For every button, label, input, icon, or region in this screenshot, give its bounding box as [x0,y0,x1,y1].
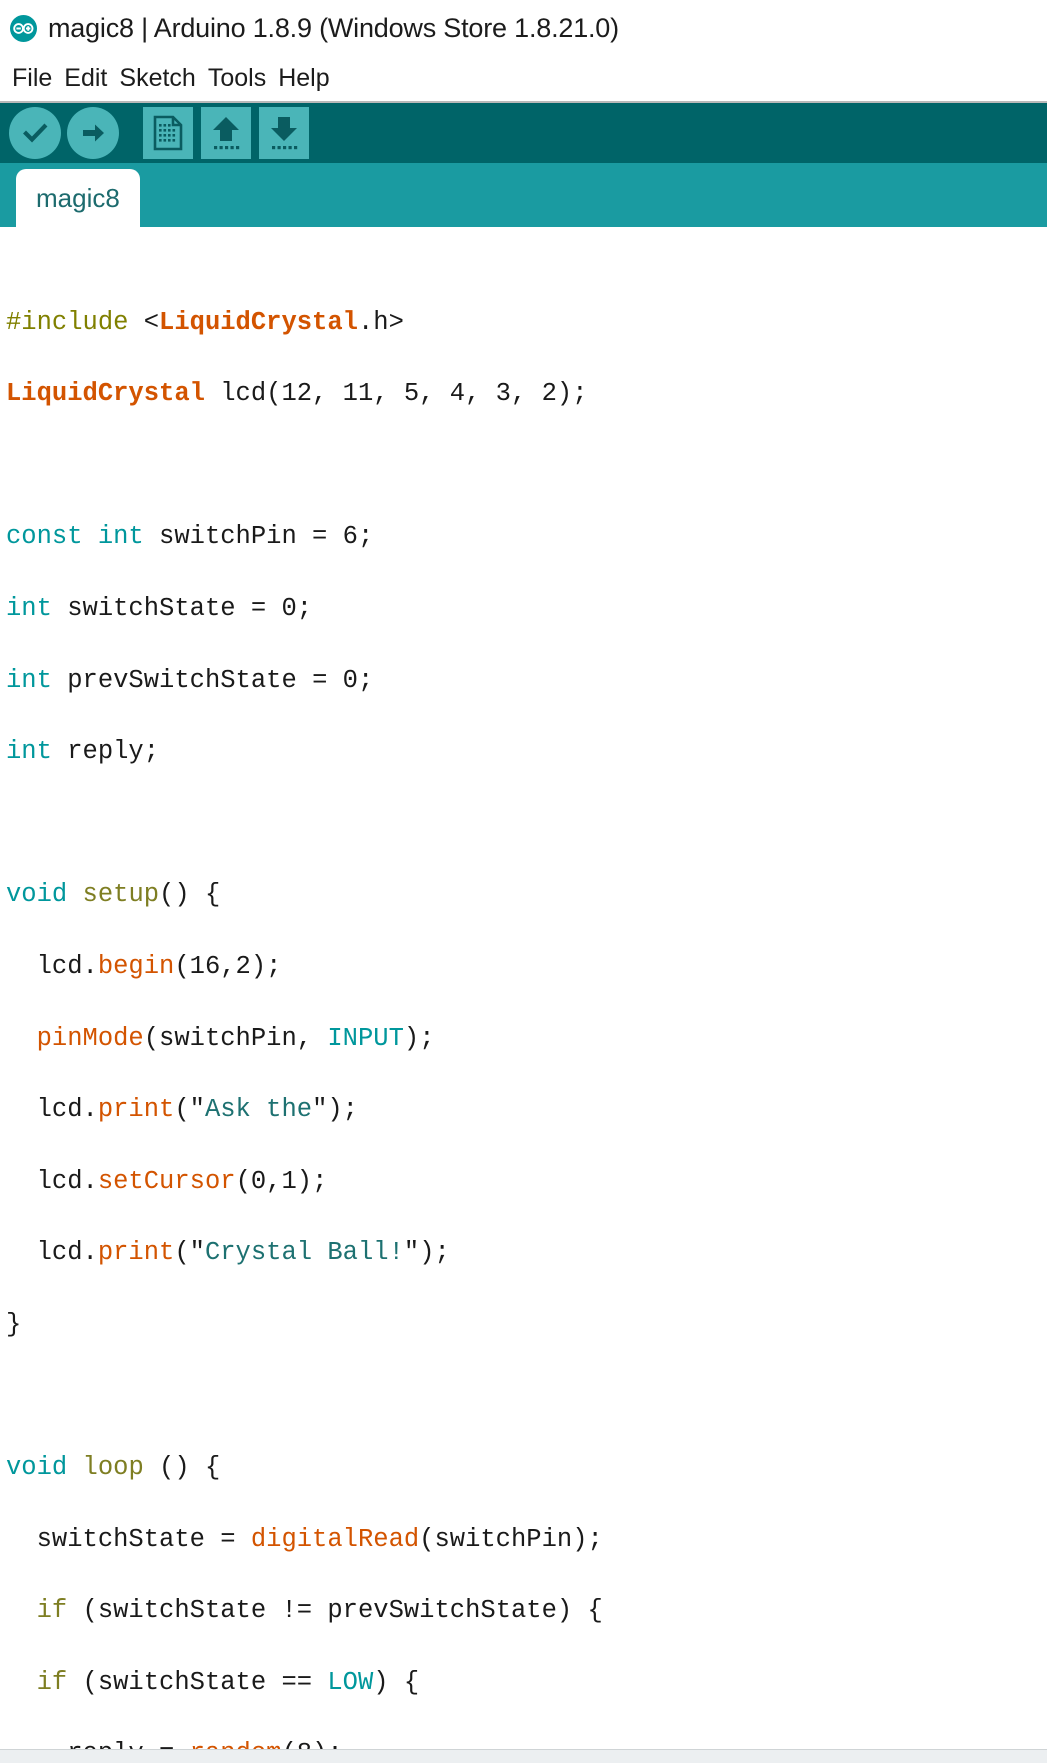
code-line: void loop () { [6,1453,221,1483]
code-line: int reply; [6,737,160,767]
tab-strip: magic8 [0,163,1047,227]
menu-item-file[interactable]: File [6,64,58,93]
arduino-infinity-icon [10,14,37,42]
code-line: } [6,1309,22,1339]
menu-item-edit[interactable]: Edit [58,64,113,93]
code-line: int prevSwitchState = 0; [6,665,374,695]
code-line: pinMode(switchPin, INPUT); [36,1023,435,1053]
code-line: LiquidCrystal lcd(12, 11, 5, 4, 3, 2); [6,379,588,409]
toolbar [0,101,1047,163]
open-button[interactable] [201,107,251,159]
upload-button[interactable] [67,107,119,159]
window-title-text: magic8 | Arduino 1.8.9 (Windows Store 1.… [48,12,619,43]
code-editor[interactable]: #include <LiquidCrystal.h> LiquidCrystal… [0,227,1047,1763]
menu-item-sketch[interactable]: Sketch [113,64,201,93]
code-line: #include <LiquidCrystal.h> [6,307,404,337]
verify-button[interactable] [9,107,61,159]
menu-bar: File Edit Sketch Tools Help [0,56,1047,101]
menu-item-help[interactable]: Help [272,64,335,93]
code-line: switchState = digitalRead(switchPin); [6,1524,603,1554]
window-title-bar: magic8 | Arduino 1.8.9 (Windows Store 1.… [0,0,1047,56]
new-document-icon [152,115,184,151]
code-line: if (switchState == LOW) { [36,1667,420,1697]
code-line: lcd.print("Crystal Ball!"); [6,1238,450,1268]
code-line: lcd.setCursor(0,1); [6,1166,328,1196]
status-strip [0,1749,1047,1763]
code-text[interactable]: #include <LiquidCrystal.h> LiquidCrystal… [6,233,1047,1763]
code-line: lcd.print("Ask the"); [6,1095,358,1125]
up-arrow-icon [209,114,243,152]
new-button[interactable] [143,107,193,159]
menu-item-tools[interactable]: Tools [202,64,272,93]
down-arrow-icon [267,114,301,152]
tab-magic8[interactable]: magic8 [16,169,140,227]
tab-label: magic8 [36,182,120,213]
code-line: lcd.begin(16,2); [6,951,282,981]
save-button[interactable] [259,107,309,159]
code-line: if (switchState != prevSwitchState) { [36,1596,603,1626]
code-line: const int switchPin = 6; [6,522,374,552]
code-line: void setup() { [6,880,221,910]
checkmark-icon [20,118,50,148]
code-line: int switchState = 0; [6,593,313,623]
right-arrow-icon [78,118,108,148]
